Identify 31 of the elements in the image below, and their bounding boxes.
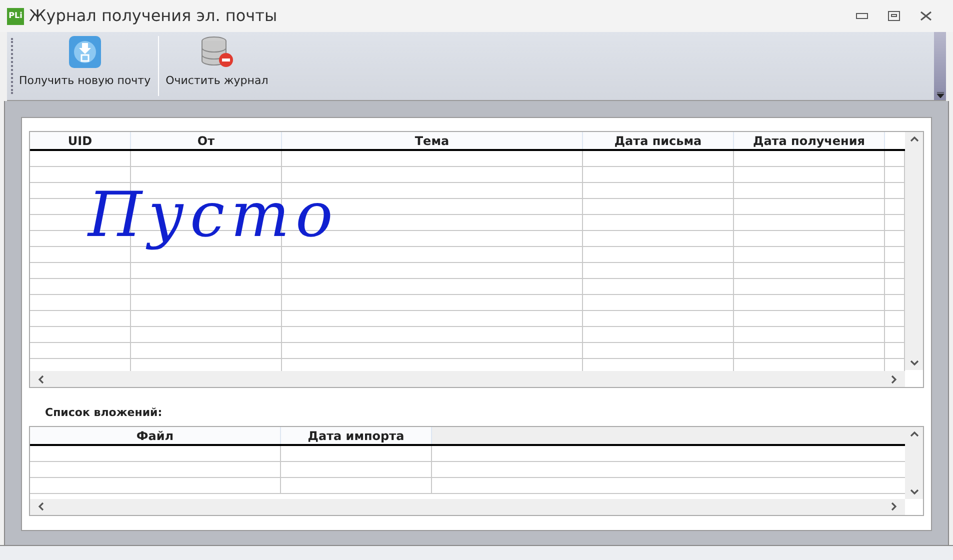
vertical-scrollbar[interactable] <box>905 426 923 498</box>
vertical-scrollbar[interactable] <box>905 132 923 370</box>
toolbar-button[interactable]: Очистить журнал <box>160 32 274 100</box>
scroll-down-icon[interactable] <box>910 360 918 366</box>
column-header[interactable]: Дата импорта <box>281 426 432 444</box>
horizontal-scrollbar[interactable] <box>30 498 905 514</box>
attachments-label: Список вложений: <box>45 405 164 421</box>
toolbar-overflow[interactable] <box>934 32 946 100</box>
maximize-icon[interactable] <box>888 11 900 21</box>
column-header[interactable]: Дата получения <box>734 132 885 149</box>
column-header[interactable]: Тема <box>282 132 583 149</box>
column-header[interactable]: UID <box>30 132 131 149</box>
column-header[interactable]: Дата письма <box>583 132 734 149</box>
database-delete-icon <box>200 36 234 68</box>
scroll-right-icon[interactable] <box>891 502 897 511</box>
app-logo: PLi <box>7 8 24 24</box>
download-icon <box>68 36 101 68</box>
scroll-up-icon[interactable] <box>910 136 918 142</box>
dropdown-icon <box>936 92 944 98</box>
column-header[interactable]: Файл <box>30 426 281 444</box>
minimize-icon[interactable] <box>856 13 868 19</box>
toolbar-button[interactable]: Получить новую почту <box>14 32 156 100</box>
column-header[interactable]: От <box>131 132 282 149</box>
scroll-down-icon[interactable] <box>910 488 918 494</box>
scroll-up-icon[interactable] <box>910 430 918 436</box>
close-icon[interactable] <box>920 11 932 21</box>
horizontal-scrollbar[interactable] <box>30 371 905 387</box>
scroll-left-icon[interactable] <box>38 374 44 384</box>
scroll-right-icon[interactable] <box>891 374 897 384</box>
scroll-left-icon[interactable] <box>38 502 44 511</box>
window-title: Журнал получения эл. почты <box>29 5 278 27</box>
